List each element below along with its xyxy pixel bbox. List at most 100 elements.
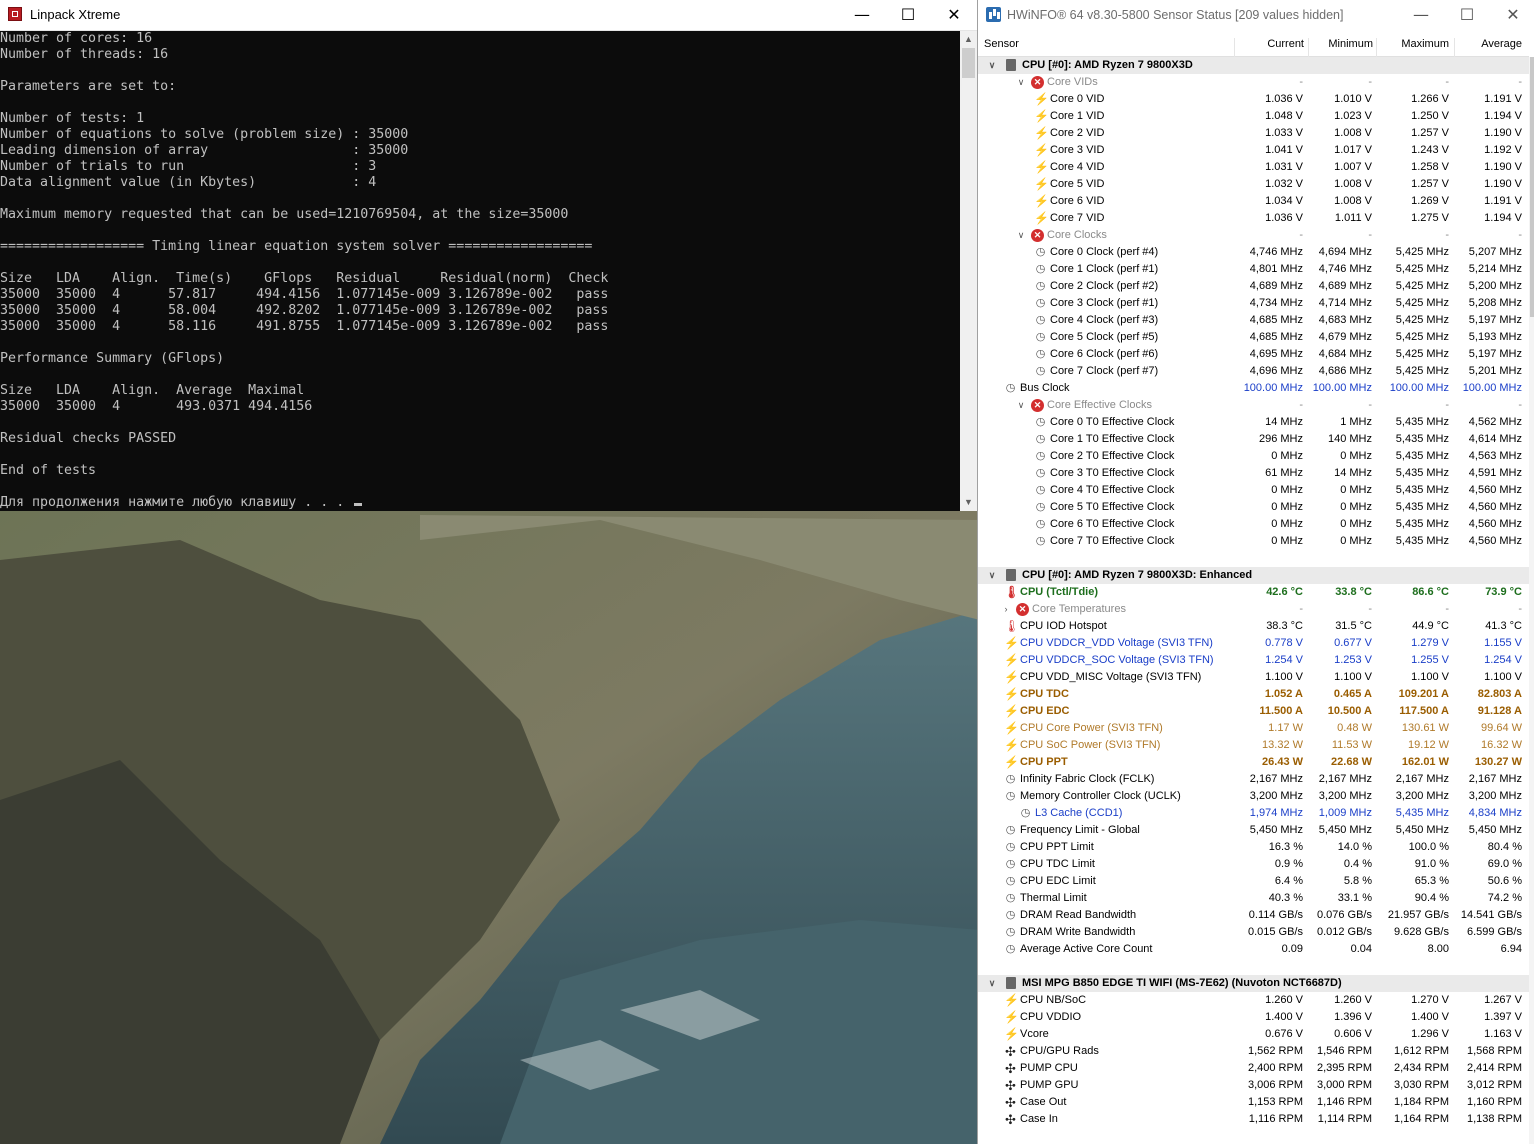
sensor-row[interactable]: ✣ PUMP CPU 2,400 RPM 2,395 RPM 2,434 RPM 2,41… (978, 1060, 1529, 1077)
collapse-chevron-icon[interactable]: ∨ (1015, 74, 1027, 91)
sensor-row[interactable]: ◷ Core 6 Clock (perf #6) 4,695 MHz 4,684 MH… (978, 346, 1529, 363)
clock-gauge-icon: ◷ (1005, 892, 1016, 904)
sensor-row[interactable]: ◷ Core 1 T0 Effective Clock 296 MHz 140 MHz… (978, 431, 1529, 448)
sensor-row[interactable]: ◷ Core 4 T0 Effective Clock 0 MHz 0 MHz 5,43… (978, 482, 1529, 499)
sensor-row[interactable]: ✣ Case In 1,116 RPM 1,114 RPM 1,164 RPM 1,138… (978, 1111, 1529, 1128)
sensor-row[interactable]: ◷ Core 2 T0 Effective Clock 0 MHz 0 MHz 5,43… (978, 448, 1529, 465)
sensor-row[interactable]: ⚡ CPU VDDIO 1.400 V 1.396 V 1.400 V 1.397 V (978, 1009, 1529, 1026)
minimize-button[interactable]: — (1398, 0, 1444, 30)
sensor-row[interactable]: ◷ Core 6 T0 Effective Clock 0 MHz 0 MHz 5,43… (978, 516, 1529, 533)
sensor-row[interactable]: ◷ Core 3 T0 Effective Clock 61 MHz 14 MHz 5,… (978, 465, 1529, 482)
sensor-label: CPU EDC Limit (1020, 875, 1096, 887)
value-average: 5,208 MHz (1468, 297, 1522, 309)
sensor-row[interactable]: ∨ ✕ Core VIDs - - - - (978, 74, 1529, 91)
sensor-group-header[interactable]: ∨ CPU [#0]: AMD Ryzen 7 9800X3D: Enhanced (978, 567, 1529, 584)
sensor-row[interactable]: ⚡ CPU VDD_MISC Voltage (SVI3 TFN) 1.100 V 1… (978, 669, 1529, 686)
collapse-chevron-icon[interactable]: ∨ (1015, 227, 1027, 244)
sensor-row[interactable]: ⚡ CPU EDC 11.500 A 10.500 A 117.500 A 91.128 … (978, 703, 1529, 720)
sensor-row[interactable]: ◷ Core 1 Clock (perf #1) 4,801 MHz 4,746 MH… (978, 261, 1529, 278)
sensor-row[interactable]: ◷ Core 7 Clock (perf #7) 4,696 MHz 4,686 MH… (978, 363, 1529, 380)
sensor-group-header[interactable]: ∨ CPU [#0]: AMD Ryzen 7 9800X3D (978, 57, 1529, 74)
sensor-row[interactable]: ✣ PUMP GPU 3,006 RPM 3,000 RPM 3,030 RPM 3,01… (978, 1077, 1529, 1094)
value-current: 4,734 MHz (1249, 297, 1303, 309)
sensor-row[interactable]: ◷ Core 7 T0 Effective Clock 0 MHz 0 MHz 5,43… (978, 533, 1529, 550)
sensor-row[interactable]: › ✕ Core Temperatures - - - - (978, 601, 1529, 618)
sensor-row[interactable]: ◷ Core 2 Clock (perf #2) 4,689 MHz 4,689 MH… (978, 278, 1529, 295)
expand-chevron-icon[interactable]: › (1000, 601, 1012, 618)
sensor-row[interactable]: ◷ Memory Controller Clock (UCLK) 3,200 MHz… (978, 788, 1529, 805)
sensor-row[interactable]: ◷ Core 4 Clock (perf #3) 4,685 MHz 4,683 MH… (978, 312, 1529, 329)
sensor-row[interactable]: ⚡ CPU VDDCR_SOC Voltage (SVI3 TFN) 1.254 V… (978, 652, 1529, 669)
sensor-row[interactable]: ⚡ Core 3 VID 1.041 V 1.017 V 1.243 V 1.192 V (978, 142, 1529, 159)
value-maximum: 19.12 W (1408, 739, 1449, 751)
sensor-row[interactable]: ◷ CPU TDC Limit 0.9 % 0.4 % 91.0 % 69.0 % (978, 856, 1529, 873)
sensor-row[interactable]: ✣ CPU/GPU Rads 1,562 RPM 1,546 RPM 1,612 RPM… (978, 1043, 1529, 1060)
value-current: - (1299, 603, 1303, 615)
minimize-button[interactable]: — (839, 0, 885, 30)
sensor-row[interactable]: ⚡ Core 2 VID 1.033 V 1.008 V 1.257 V 1.190 V (978, 125, 1529, 142)
scroll-thumb[interactable] (1530, 57, 1534, 317)
sensor-row[interactable]: ◷ Bus Clock 100.00 MHz 100.00 MHz 100.00 MHz… (978, 380, 1529, 397)
sensor-row[interactable]: ◷ Average Active Core Count 0.09 0.04 8.00 6.… (978, 941, 1529, 958)
sensor-row[interactable]: ⚡ CPU PPT 26.43 W 22.68 W 162.01 W 130.27 W (978, 754, 1529, 771)
sensor-row[interactable]: ⚡ Core 1 VID 1.048 V 1.023 V 1.250 V 1.194 V (978, 108, 1529, 125)
collapse-chevron-icon[interactable]: ∨ (986, 57, 998, 74)
sensor-row[interactable]: ◷ CPU EDC Limit 6.4 % 5.8 % 65.3 % 50.6 % (978, 873, 1529, 890)
sensor-row[interactable]: ⚡ Core 4 VID 1.031 V 1.007 V 1.258 V 1.190 V (978, 159, 1529, 176)
collapse-chevron-icon[interactable]: ∨ (1015, 397, 1027, 414)
sensor-row[interactable]: ⚡ Core 6 VID 1.034 V 1.008 V 1.269 V 1.191 V (978, 193, 1529, 210)
column-header-maximum[interactable]: Maximum (1401, 38, 1449, 50)
sensor-row[interactable]: ⚡ CPU Core Power (SVI3 TFN) 1.17 W 0.48 W 13… (978, 720, 1529, 737)
collapse-chevron-icon[interactable]: ∨ (986, 975, 998, 992)
sensor-row[interactable]: ⚡ Core 7 VID 1.036 V 1.011 V 1.275 V 1.194 V (978, 210, 1529, 227)
sensor-row[interactable]: ⚡ CPU NB/SoC 1.260 V 1.260 V 1.270 V 1.267 V (978, 992, 1529, 1009)
sensor-row[interactable]: ◷ Infinity Fabric Clock (FCLK) 2,167 MHz 2,… (978, 771, 1529, 788)
sensor-row[interactable]: ⚡ CPU TDC 1.052 A 0.465 A 109.201 A 82.803 A (978, 686, 1529, 703)
sensor-row[interactable]: ◷ CPU PPT Limit 16.3 % 14.0 % 100.0 % 80.4 % (978, 839, 1529, 856)
maximize-button[interactable]: ☐ (1444, 0, 1490, 30)
maximize-button[interactable]: ☐ (885, 0, 931, 30)
sensor-row[interactable]: ◷ DRAM Read Bandwidth 0.114 GB/s 0.076 GB/s… (978, 907, 1529, 924)
console-output[interactable]: Number of cores: 16 Number of threads: 1… (0, 31, 960, 511)
sensor-row[interactable]: ◷ Frequency Limit - Global 5,450 MHz 5,450 … (978, 822, 1529, 839)
scroll-thumb[interactable] (962, 48, 975, 78)
sensor-row[interactable]: 🌡 CPU IOD Hotspot 38.3 °C 31.5 °C 44.9 °C 41.… (978, 618, 1529, 635)
sensor-row[interactable]: 🌡 CPU (Tctl/Tdie) 42.6 °C 33.8 °C 86.6 °C 73.… (978, 584, 1529, 601)
sensor-row[interactable]: ◷ Core 5 T0 Effective Clock 0 MHz 0 MHz 5,43… (978, 499, 1529, 516)
column-header-current[interactable]: Current (1267, 38, 1304, 50)
sensor-list[interactable]: ∨ CPU [#0]: AMD Ryzen 7 9800X3D ∨ ✕ Core VID… (978, 57, 1529, 1144)
column-header-average[interactable]: Average (1481, 38, 1522, 50)
linpack-window[interactable]: Linpack Xtreme — ☐ ✕ Number of cores: 16… (0, 0, 977, 511)
value-minimum: 4,683 MHz (1318, 314, 1372, 326)
sensor-row[interactable]: ∨ ✕ Core Effective Clocks - - - - (978, 397, 1529, 414)
scroll-down-icon[interactable]: ▼ (960, 494, 977, 511)
sensor-label: Core 2 Clock (perf #2) (1050, 280, 1159, 292)
sensor-row[interactable]: ◷ Core 3 Clock (perf #1) 4,734 MHz 4,714 MH… (978, 295, 1529, 312)
close-button[interactable]: ✕ (1490, 0, 1534, 30)
sensor-row[interactable]: ⚡ CPU SoC Power (SVI3 TFN) 13.32 W 11.53 W 1… (978, 737, 1529, 754)
close-button[interactable]: ✕ (931, 0, 977, 30)
sensor-list-scrollbar[interactable] (1529, 57, 1534, 1144)
sensor-row[interactable]: ◷ Thermal Limit 40.3 % 33.1 % 90.4 % 74.2 % (978, 890, 1529, 907)
sensor-row[interactable]: ◷ DRAM Write Bandwidth 0.015 GB/s 0.012 GB/… (978, 924, 1529, 941)
sensor-row[interactable]: ⚡ CPU VDDCR_VDD Voltage (SVI3 TFN) 0.778 V… (978, 635, 1529, 652)
sensor-row[interactable]: ∨ ✕ Core Clocks - - - - (978, 227, 1529, 244)
sensor-group-header[interactable]: ∨ MSI MPG B850 EDGE TI WIFI (MS-7E62) (Nu… (978, 975, 1529, 992)
hwinfo-titlebar[interactable]: HWiNFO® 64 v8.30-5800 Sensor Status [209… (978, 0, 1534, 30)
sensor-row[interactable]: ◷ Core 5 Clock (perf #5) 4,685 MHz 4,679 MH… (978, 329, 1529, 346)
sensor-row[interactable]: ⚡ Vcore 0.676 V 0.606 V 1.296 V 1.163 V (978, 1026, 1529, 1043)
column-header-minimum[interactable]: Minimum (1328, 38, 1373, 50)
hwinfo-window[interactable]: HWiNFO® 64 v8.30-5800 Sensor Status [209… (977, 0, 1534, 1144)
value-maximum: 5,435 MHz (1395, 416, 1449, 428)
collapse-chevron-icon[interactable]: ∨ (986, 567, 998, 584)
sensor-row[interactable]: ◷ Core 0 Clock (perf #4) 4,746 MHz 4,694 MH… (978, 244, 1529, 261)
sensor-row[interactable]: ⚡ Core 5 VID 1.032 V 1.008 V 1.257 V 1.190 V (978, 176, 1529, 193)
column-header-sensor[interactable]: Sensor (984, 38, 1019, 50)
scroll-up-icon[interactable]: ▲ (960, 31, 977, 48)
console-scrollbar[interactable]: ▲ ▼ (960, 31, 977, 511)
sensor-row[interactable]: ◷ L3 Cache (CCD1) 1,974 MHz 1,009 MHz 5,435 … (978, 805, 1529, 822)
sensor-row[interactable]: ◷ Core 0 T0 Effective Clock 14 MHz 1 MHz 5,4… (978, 414, 1529, 431)
linpack-titlebar[interactable]: Linpack Xtreme — ☐ ✕ (0, 0, 977, 31)
sensor-row[interactable]: ✣ Case Out 1,153 RPM 1,146 RPM 1,184 RPM 1,16… (978, 1094, 1529, 1111)
sensor-row[interactable]: ⚡ Core 0 VID 1.036 V 1.010 V 1.266 V 1.191 V (978, 91, 1529, 108)
